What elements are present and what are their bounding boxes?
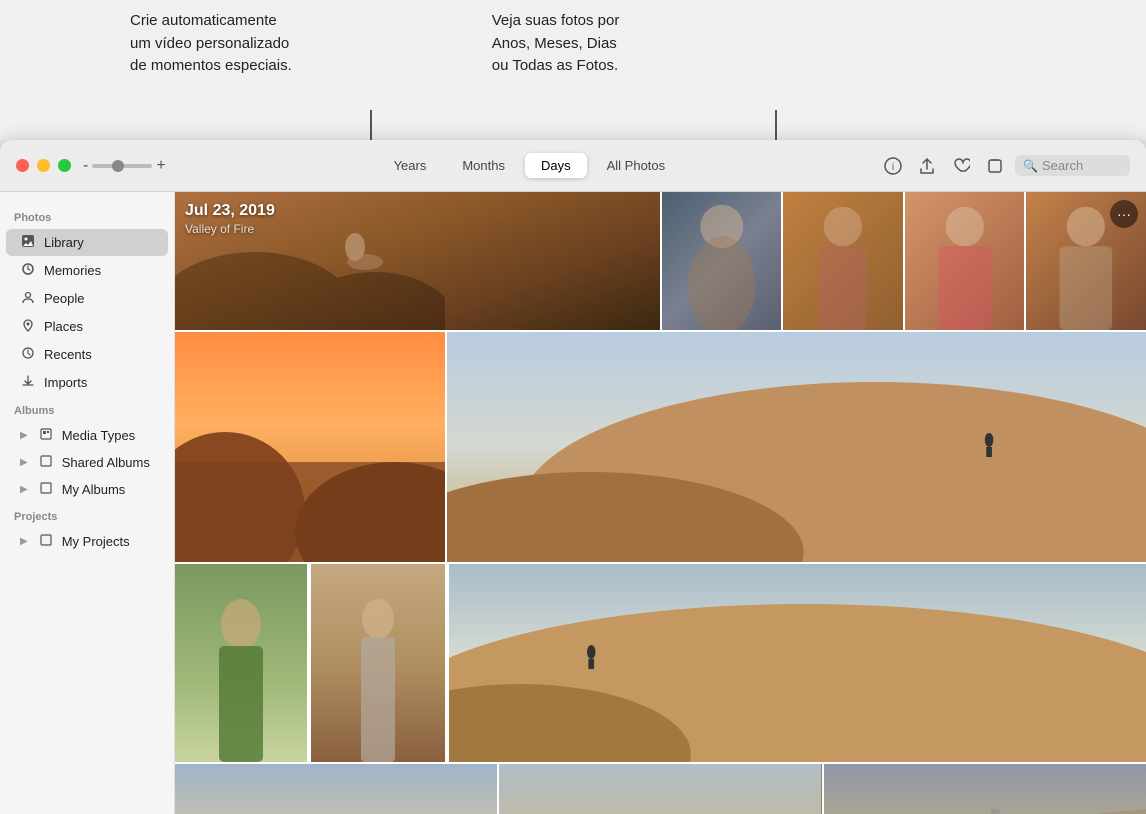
places-label: Places — [44, 319, 83, 334]
photo-portrait-2[interactable] — [311, 564, 445, 762]
photo-row-3 — [175, 564, 1146, 762]
expand-icon-shared: ▶ — [20, 457, 28, 468]
search-label[interactable]: Search — [1042, 158, 1122, 173]
date-text: Jul 23, 2019 — [185, 202, 275, 220]
photo-landscape-1[interactable] — [175, 332, 445, 562]
callout-left-line — [370, 110, 372, 140]
search-icon: 🔍 — [1023, 159, 1038, 173]
row1-thumbs: ··· — [662, 192, 1146, 330]
imports-label: Imports — [44, 375, 87, 390]
photo-portrait-1[interactable] — [175, 564, 307, 762]
zoom-minus-button[interactable]: - — [83, 157, 88, 175]
tab-days[interactable]: Days — [525, 153, 587, 178]
search-box[interactable]: 🔍 Search — [1015, 155, 1130, 176]
people-icon — [20, 290, 36, 307]
photo-land-4b[interactable] — [499, 764, 821, 814]
photo-thumb-2[interactable] — [783, 192, 903, 330]
tab-years[interactable]: Years — [378, 153, 443, 178]
expand-icon-my-albums: ▶ — [20, 484, 28, 495]
sidebar-item-my-projects[interactable]: ▶ My Projects — [6, 528, 168, 554]
more-icon: ··· — [1117, 206, 1131, 222]
expand-icon: ▶ — [20, 430, 28, 441]
albums-section-label: Albums — [0, 397, 174, 421]
media-types-label: Media Types — [62, 428, 135, 443]
photo-thumb-3[interactable] — [905, 192, 1025, 330]
photos-section-label: Photos — [0, 204, 174, 228]
sidebar-item-memories[interactable]: Memories — [6, 257, 168, 284]
expand-icon-projects: ▶ — [20, 536, 28, 547]
sidebar-item-people[interactable]: People — [6, 285, 168, 312]
library-icon — [20, 234, 36, 251]
sidebar: Photos Library M — [0, 192, 175, 814]
my-albums-icon — [38, 481, 54, 497]
my-albums-label: My Albums — [62, 482, 126, 497]
callout-left: Crie automaticamenteum vídeo personaliza… — [130, 10, 292, 78]
main-content: Photos Library M — [0, 192, 1146, 814]
photo-grid: Jul 23, 2019 Valley of Fire — [175, 192, 1146, 814]
photo-thumb-4[interactable]: ··· — [1026, 192, 1146, 330]
recents-icon — [20, 346, 36, 363]
callout-right-line — [775, 110, 777, 140]
my-projects-label: My Projects — [62, 534, 130, 549]
people-label: People — [44, 291, 84, 306]
sidebar-item-shared-albums[interactable]: ▶ Shared Albums — [6, 449, 168, 475]
fullscreen-button[interactable] — [58, 159, 71, 172]
close-button[interactable] — [16, 159, 29, 172]
titlebar: - + Years Months Days All Photos i — [0, 140, 1146, 192]
traffic-lights — [16, 159, 71, 172]
sidebar-item-recents[interactable]: Recents — [6, 341, 168, 368]
callout-area: Crie automaticamenteum vídeo personaliza… — [0, 0, 1146, 140]
photo-row-1: Jul 23, 2019 Valley of Fire — [175, 192, 1146, 330]
svg-text:i: i — [892, 162, 894, 173]
imports-icon — [20, 374, 36, 391]
memories-icon — [20, 262, 36, 279]
photo-row-2 — [175, 332, 1146, 562]
callout-right: Veja suas fotos porAnos, Meses, Diasou T… — [492, 10, 620, 78]
projects-section-label: Projects — [0, 503, 174, 527]
zoom-thumb — [112, 160, 124, 172]
photo-landscape-wide[interactable] — [447, 332, 1146, 562]
photo-thumb-1[interactable] — [662, 192, 782, 330]
sidebar-item-library[interactable]: Library — [6, 229, 168, 256]
info-button[interactable]: i — [883, 156, 903, 176]
shared-albums-label: Shared Albums — [62, 455, 150, 470]
shared-albums-icon — [38, 454, 54, 470]
media-types-icon — [38, 427, 54, 443]
sidebar-item-places[interactable]: Places — [6, 313, 168, 340]
main-window: - + Years Months Days All Photos i — [0, 140, 1146, 814]
photo-land-4a[interactable] — [175, 764, 497, 814]
share-button[interactable] — [917, 156, 937, 176]
photo-hero-1[interactable]: Jul 23, 2019 Valley of Fire — [175, 192, 660, 330]
tab-all-photos[interactable]: All Photos — [591, 153, 682, 178]
location-text: Valley of Fire — [185, 222, 275, 236]
tabs-container: Years Months Days All Photos — [186, 153, 873, 178]
my-projects-icon — [38, 533, 54, 549]
zoom-control: - + — [83, 157, 166, 175]
minimize-button[interactable] — [37, 159, 50, 172]
rotate-button[interactable] — [985, 156, 1005, 176]
recents-label: Recents — [44, 347, 92, 362]
zoom-plus-button[interactable]: + — [156, 157, 165, 175]
date-header: Jul 23, 2019 Valley of Fire — [185, 202, 275, 236]
memories-label: Memories — [44, 263, 101, 278]
sidebar-item-imports[interactable]: Imports — [6, 369, 168, 396]
photo-landscape-3[interactable] — [449, 564, 1146, 762]
sidebar-item-my-albums[interactable]: ▶ My Albums — [6, 476, 168, 502]
sidebar-item-media-types[interactable]: ▶ Media Types — [6, 422, 168, 448]
photo-row-4: +3 — [175, 764, 1146, 814]
tab-months[interactable]: Months — [446, 153, 521, 178]
photo-land-4c[interactable]: +3 — [824, 764, 1146, 814]
more-button[interactable]: ··· — [1110, 200, 1138, 228]
favorite-button[interactable] — [951, 156, 971, 176]
places-icon — [20, 318, 36, 335]
library-label: Library — [44, 235, 84, 250]
zoom-slider[interactable] — [92, 164, 152, 168]
toolbar-icons: i — [883, 156, 1005, 176]
